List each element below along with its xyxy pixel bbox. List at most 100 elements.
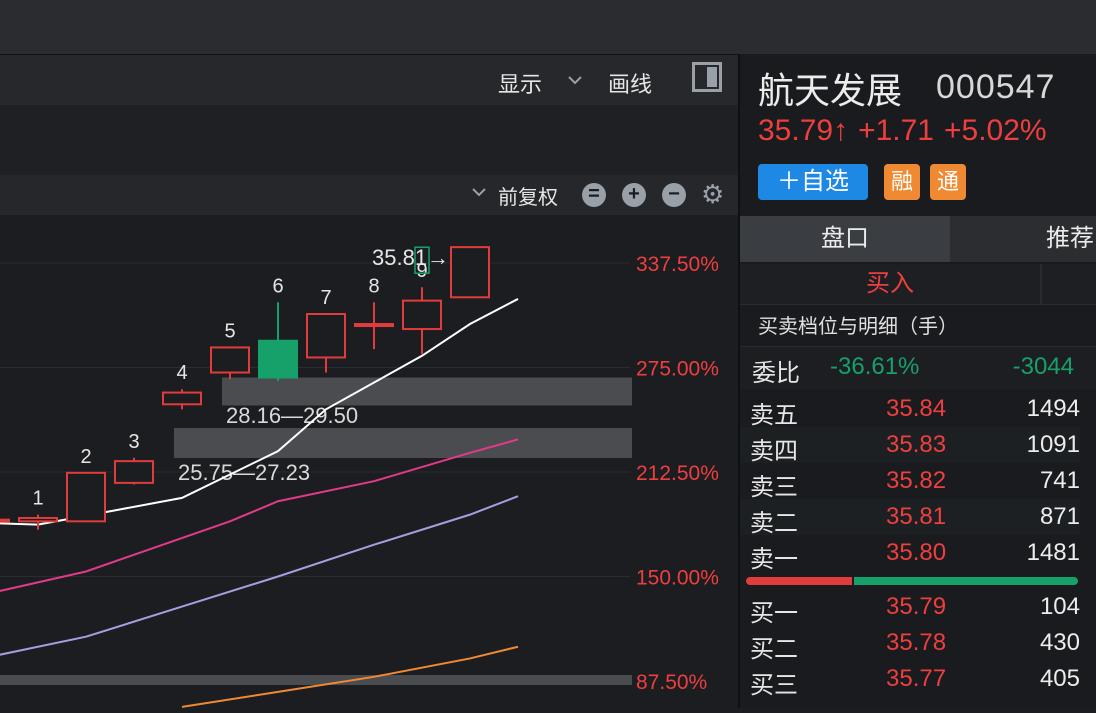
candle-label: 5 bbox=[224, 320, 235, 342]
connect-badge[interactable]: 通 bbox=[930, 164, 966, 200]
price-zone-label: 28.16—29.50 bbox=[226, 403, 358, 428]
candle-body bbox=[258, 339, 298, 379]
ask-price: 35.83 bbox=[886, 431, 947, 458]
bid-price: 35.77 bbox=[886, 665, 947, 692]
adjust-mode-label[interactable]: 前复权 bbox=[498, 181, 558, 210]
bid-level-label: 买三 bbox=[750, 672, 798, 699]
candle-body bbox=[0, 518, 10, 523]
bottom-range-bar bbox=[0, 675, 632, 685]
ask-price: 35.84 bbox=[886, 395, 947, 422]
draw-line-button[interactable]: 画线 bbox=[608, 67, 652, 99]
ask-level-label: 卖二 bbox=[750, 510, 798, 537]
tab-recommend[interactable]: 推荐 bbox=[952, 216, 1096, 262]
bid-row[interactable]: 买一 35.79 104 bbox=[740, 589, 1080, 627]
candle-body bbox=[66, 471, 106, 523]
y-tick-label: 275.00% bbox=[636, 358, 719, 381]
bid-row[interactable]: 买二 35.78 430 bbox=[740, 625, 1080, 663]
ask-price: 35.80 bbox=[886, 539, 947, 566]
y-tick-label: 87.50% bbox=[636, 671, 707, 694]
bid-price: 35.78 bbox=[886, 629, 947, 656]
candle-label: 8 bbox=[368, 275, 379, 297]
candle-label: 2 bbox=[80, 446, 91, 468]
ask-level-label: 卖三 bbox=[750, 474, 798, 501]
candle-label: 1 bbox=[32, 488, 43, 510]
ask-row[interactable]: 卖四 35.83 1091 bbox=[740, 427, 1080, 465]
ask-row[interactable]: 卖三 35.82 741 bbox=[740, 463, 1080, 501]
gear-icon[interactable]: ⚙ bbox=[701, 179, 724, 210]
tab-recommend-label: 推荐 bbox=[1046, 225, 1094, 252]
last-price: 35.79↑ bbox=[758, 114, 849, 147]
ask-volume: 871 bbox=[1039, 503, 1080, 530]
bid-level-label: 买一 bbox=[750, 600, 798, 627]
order-ratio-diff: -3044 bbox=[1012, 353, 1074, 380]
tab-orderbook[interactable]: 盘口 bbox=[740, 216, 950, 262]
chevron-down-icon[interactable] bbox=[566, 69, 584, 95]
zoom-out-icon[interactable]: − bbox=[662, 183, 686, 207]
ask-volume: 1481 bbox=[1026, 539, 1080, 566]
orderbook-title: 买卖档位与明细（手） bbox=[758, 316, 958, 338]
add-watchlist-button[interactable]: ＋自选 bbox=[758, 164, 868, 200]
max-price-label: 35.81→ bbox=[372, 245, 449, 270]
ask-level-label: 卖四 bbox=[750, 438, 798, 465]
price-zone bbox=[222, 377, 632, 406]
candle-body bbox=[402, 299, 442, 331]
order-ratio-row: 委比 -36.61% -3044 bbox=[740, 346, 1096, 389]
candle-label: 7 bbox=[320, 287, 331, 309]
y-tick-label: 150.00% bbox=[636, 567, 719, 590]
candle-body bbox=[114, 460, 154, 484]
quote-line: 35.79↑ +1.71 +5.02% bbox=[758, 114, 1057, 148]
quote-panel: 航天发展 000547 35.79↑ +1.71 +5.02% ＋自选 融 通 盘口… bbox=[738, 54, 1096, 708]
display-menu-label[interactable]: 显示 bbox=[498, 67, 542, 99]
bid-volume: 430 bbox=[1039, 629, 1080, 656]
price-zone bbox=[174, 428, 632, 459]
price-change: +1.71 bbox=[858, 114, 934, 147]
kline-chart[interactable]: 337.50% 275.00% 212.50% 150.00% 87.50% 28.16—… bbox=[0, 215, 738, 708]
order-ratio-pct: -36.61% bbox=[830, 353, 920, 380]
kline-svg: 337.50% 275.00% 212.50% 150.00% 87.50% 28.16—… bbox=[0, 245, 719, 708]
ask-volume: 1494 bbox=[1026, 395, 1080, 422]
candle-label: 6 bbox=[272, 275, 283, 297]
ask-row[interactable]: 卖一 35.80 1481 bbox=[740, 535, 1080, 573]
buy-ratio-fill bbox=[746, 577, 853, 585]
window-top-bar bbox=[0, 0, 1096, 55]
candle-label: 4 bbox=[176, 362, 187, 384]
ask-level-label: 卖一 bbox=[750, 546, 798, 573]
trade-bar: 买入 bbox=[740, 264, 1096, 305]
bid-volume: 104 bbox=[1039, 593, 1080, 620]
margin-badge[interactable]: 融 bbox=[884, 164, 920, 200]
zoom-in-icon[interactable]: + bbox=[622, 183, 646, 207]
ask-price: 35.82 bbox=[886, 467, 947, 494]
layout-toggle-icon[interactable] bbox=[692, 62, 722, 92]
price-zone-label: 25.75—27.23 bbox=[178, 460, 310, 485]
chevron-down-icon[interactable] bbox=[470, 183, 488, 207]
ask-volume: 1091 bbox=[1026, 431, 1080, 458]
candle-body bbox=[18, 516, 58, 523]
buy-button[interactable]: 买入 bbox=[740, 264, 1042, 304]
candle-label: 3 bbox=[128, 431, 139, 453]
panel-tabs: 盘口 推荐 bbox=[740, 216, 1096, 262]
y-tick-label: 337.50% bbox=[636, 253, 719, 276]
y-tick-label: 212.50% bbox=[636, 462, 719, 485]
candle-body bbox=[162, 391, 202, 406]
candle-body bbox=[306, 312, 346, 359]
price-change-pct: +5.02% bbox=[944, 114, 1047, 147]
order-ratio-label: 委比 bbox=[752, 360, 800, 387]
ask-row[interactable]: 卖五 35.84 1494 bbox=[740, 391, 1080, 429]
equal-icon[interactable]: = bbox=[582, 183, 606, 207]
bid-price: 35.79 bbox=[886, 593, 947, 620]
ask-volume: 741 bbox=[1039, 467, 1080, 494]
bid-level-label: 买二 bbox=[750, 636, 798, 663]
stock-code: 000547 bbox=[936, 68, 1056, 106]
chart-top-band bbox=[0, 105, 738, 175]
ask-row[interactable]: 卖二 35.81 871 bbox=[740, 499, 1080, 537]
bid-volume: 405 bbox=[1039, 665, 1080, 692]
chart-toolbar: 显示 画线 bbox=[0, 55, 738, 106]
stock-name: 航天发展 bbox=[758, 70, 903, 111]
buy-sell-ratio-bar bbox=[746, 577, 1078, 585]
candle-body bbox=[450, 246, 490, 299]
candle-body bbox=[354, 323, 394, 328]
bid-row[interactable]: 买三 35.77 405 bbox=[740, 661, 1080, 699]
ask-price: 35.81 bbox=[886, 503, 947, 530]
sell-ratio-fill bbox=[854, 577, 1078, 585]
ask-level-label: 卖五 bbox=[750, 402, 798, 429]
